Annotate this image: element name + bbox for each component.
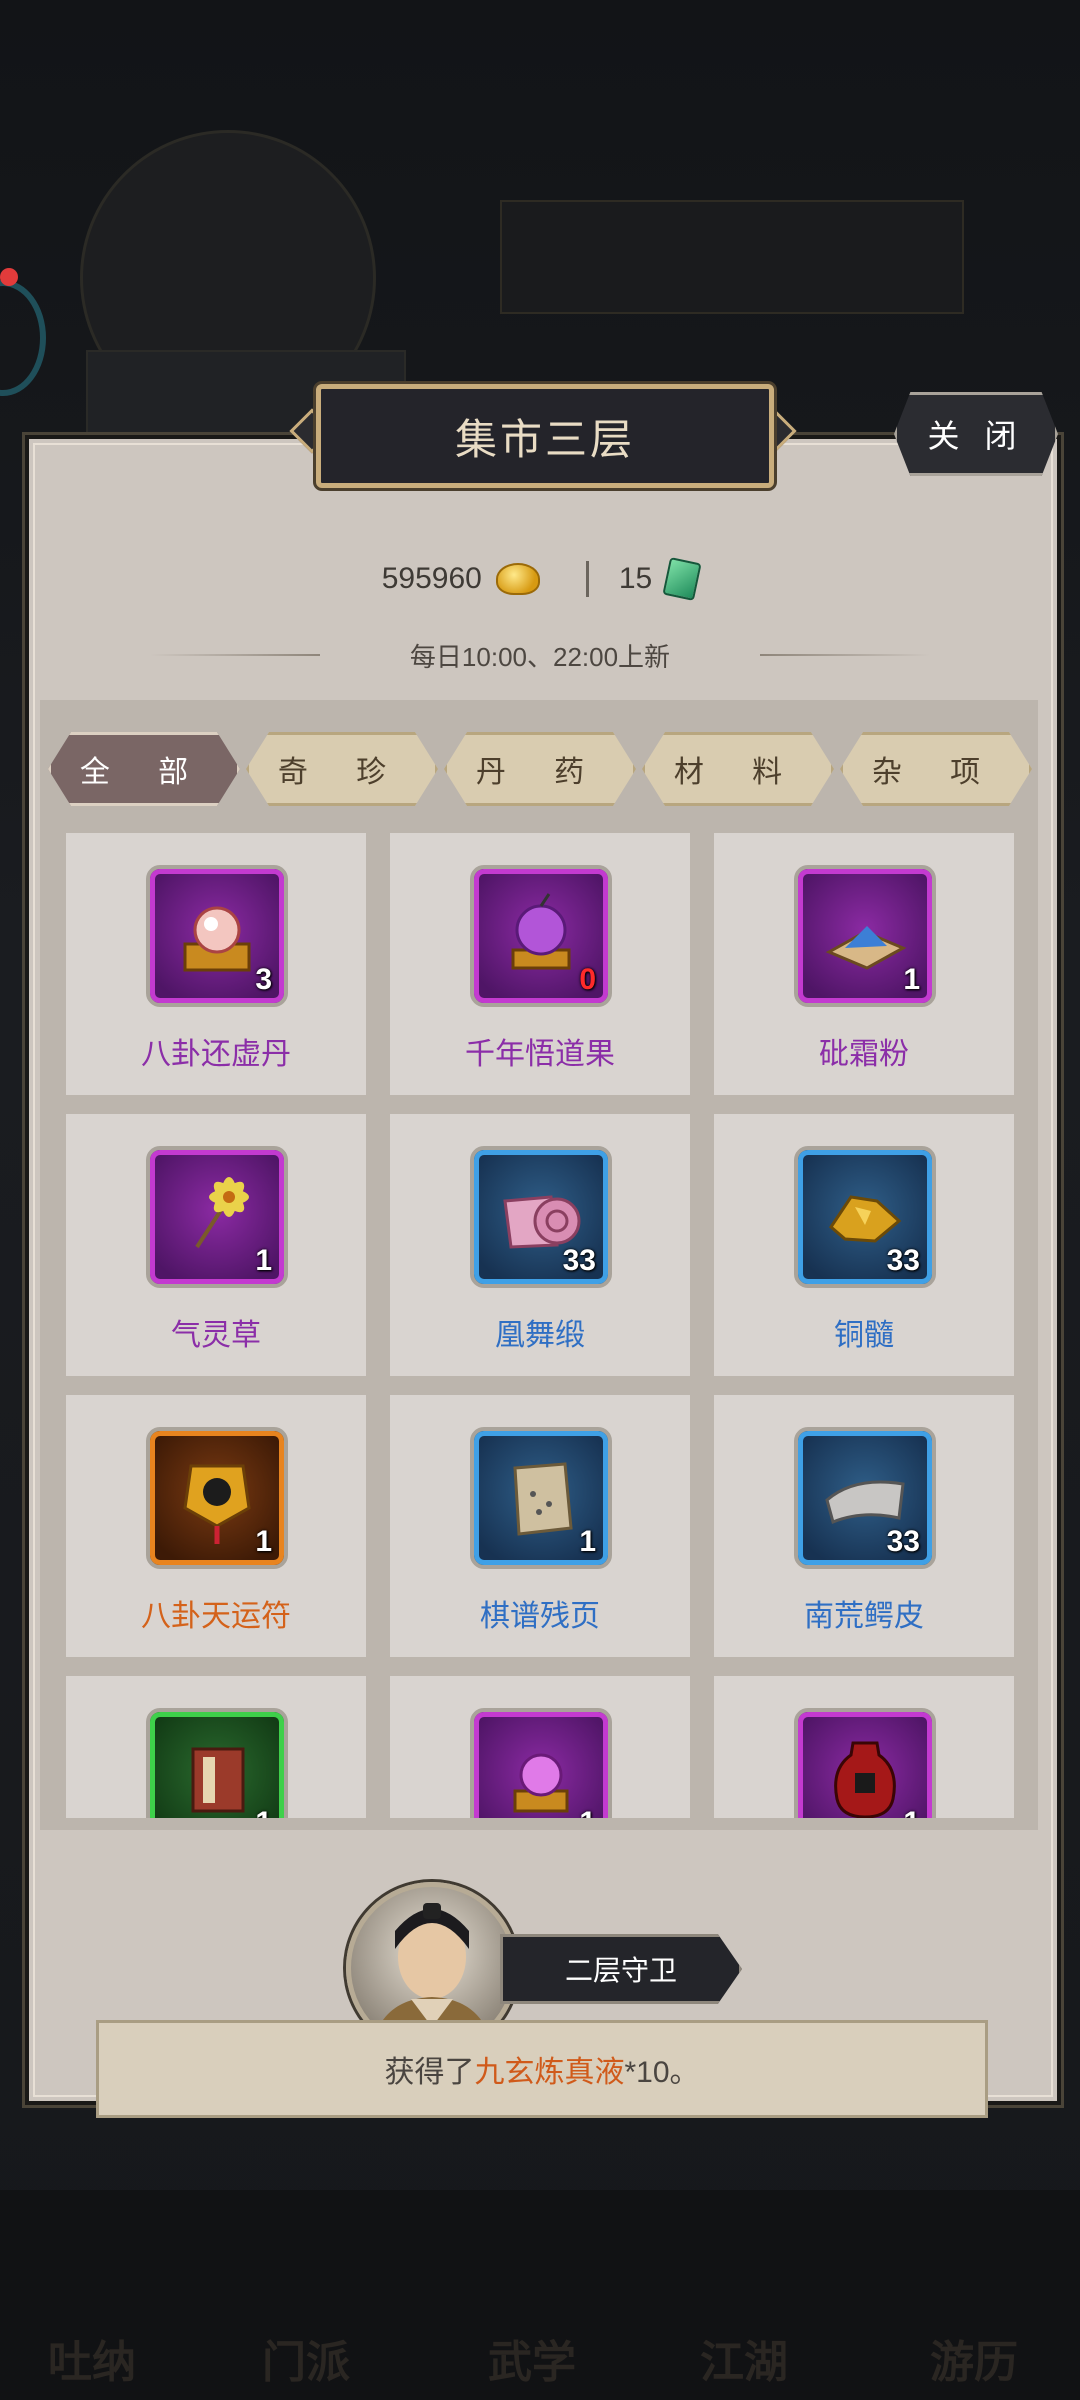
item-frame: 33 xyxy=(470,1146,612,1288)
item-frame: 1 xyxy=(146,1146,288,1288)
item-name: 千年悟道果 xyxy=(465,1038,615,1071)
item-name: 八卦天运符 xyxy=(141,1600,291,1633)
gold-ingot-icon xyxy=(495,563,540,595)
item-count: 1 xyxy=(255,1806,272,1818)
item-card[interactable]: 1 xyxy=(714,1676,1014,1818)
item-card[interactable]: 1 砒霜粉 xyxy=(714,833,1014,1095)
item-card[interactable]: 33 凰舞缎 xyxy=(390,1114,690,1376)
item-frame: 1 xyxy=(470,1427,612,1569)
currency-bar: 595960 15 xyxy=(0,557,1080,601)
item-card[interactable]: 0 千年悟道果 xyxy=(390,833,690,1095)
item-count: 1 xyxy=(255,1525,272,1558)
toast-suffix: *10。 xyxy=(624,2056,700,2089)
item-frame: 0 xyxy=(470,865,612,1007)
background-bottom-nav: 吐纳 门派 武学 江湖 游历 xyxy=(0,2190,1080,2400)
orb-icon xyxy=(474,1712,608,1818)
notification-dot xyxy=(0,268,18,286)
item-frame: 1 xyxy=(794,1708,936,1818)
item-name: 气灵草 xyxy=(171,1319,261,1352)
item-frame: 33 xyxy=(794,1146,936,1288)
silver-amount: 595960 xyxy=(381,562,482,595)
item-count: 3 xyxy=(255,963,272,996)
item-card[interactable]: 1 气灵草 xyxy=(66,1114,366,1376)
bg-nav-label: 门派 xyxy=(262,2338,350,2387)
book-icon xyxy=(150,1712,284,1818)
category-tabs: 全 部 奇 珍 丹 药 材 料 杂 项 xyxy=(48,732,1032,806)
item-frame: 1 xyxy=(470,1708,612,1818)
item-name: 八卦还虚丹 xyxy=(141,1038,291,1071)
item-frame: 1 xyxy=(794,865,936,1007)
tab-materials[interactable]: 材 料 xyxy=(642,732,834,806)
tab-medicine[interactable]: 丹 药 xyxy=(444,732,636,806)
tab-all[interactable]: 全 部 xyxy=(48,732,240,806)
item-card[interactable]: 1 棋谱残页 xyxy=(390,1395,690,1657)
wine-jar-icon xyxy=(798,1712,932,1818)
item-count: 1 xyxy=(579,1525,596,1558)
item-name: 凰舞缎 xyxy=(495,1319,585,1352)
item-count: 0 xyxy=(579,963,596,996)
item-card[interactable]: 33 南荒鳄皮 xyxy=(714,1395,1014,1657)
jade-token-icon xyxy=(662,557,702,601)
page-title: 集市三层 xyxy=(316,384,774,488)
reward-toast: 获得了 九玄炼真液 *10。 xyxy=(96,2020,988,2118)
item-frame: 33 xyxy=(794,1427,936,1569)
item-frame: 1 xyxy=(146,1708,288,1818)
item-count: 1 xyxy=(579,1806,596,1818)
jade-amount: 15 xyxy=(618,562,653,595)
tab-rare[interactable]: 奇 珍 xyxy=(246,732,438,806)
item-card[interactable]: 3 八卦还虚丹 xyxy=(66,833,366,1095)
bg-nav-label: 游历 xyxy=(930,2338,1018,2387)
bg-nav-label: 江湖 xyxy=(700,2338,788,2387)
item-count: 1 xyxy=(903,1806,920,1818)
item-count: 33 xyxy=(886,1244,920,1277)
item-frame: 1 xyxy=(146,1427,288,1569)
item-card[interactable]: 1 xyxy=(390,1676,690,1818)
background-title-plate xyxy=(500,200,964,314)
item-card[interactable]: 1 xyxy=(66,1676,366,1818)
item-count: 1 xyxy=(903,963,920,996)
bg-nav-label: 吐纳 xyxy=(48,2338,136,2387)
item-name: 南荒鳄皮 xyxy=(804,1600,924,1633)
close-button[interactable]: 关 闭 xyxy=(894,392,1058,476)
toast-item-name: 九玄炼真液 xyxy=(474,2056,625,2089)
item-frame: 3 xyxy=(146,865,288,1007)
item-count: 33 xyxy=(562,1244,596,1277)
currency-divider xyxy=(585,561,589,597)
bg-nav-label: 武学 xyxy=(488,2338,576,2387)
item-grid: 3 八卦还虚丹 0 千年悟道果 1 砒霜粉 1 气灵草 33 凰舞缎 33 铜髓 1 八卦天运符 1 棋谱残页… xyxy=(66,833,1014,1818)
refresh-schedule: 每日10:00、22:00上新 xyxy=(409,642,671,672)
item-card[interactable]: 33 铜髓 xyxy=(714,1114,1014,1376)
toast-prefix: 获得了 xyxy=(384,2056,475,2089)
item-count: 33 xyxy=(886,1525,920,1558)
item-name: 砒霜粉 xyxy=(819,1038,909,1071)
item-card[interactable]: 1 八卦天运符 xyxy=(66,1395,366,1657)
tab-misc[interactable]: 杂 项 xyxy=(840,732,1032,806)
item-name: 棋谱残页 xyxy=(480,1600,600,1633)
item-name: 铜髓 xyxy=(834,1319,894,1352)
item-count: 1 xyxy=(255,1244,272,1277)
guard-label[interactable]: 二层守卫 xyxy=(500,1934,742,2004)
